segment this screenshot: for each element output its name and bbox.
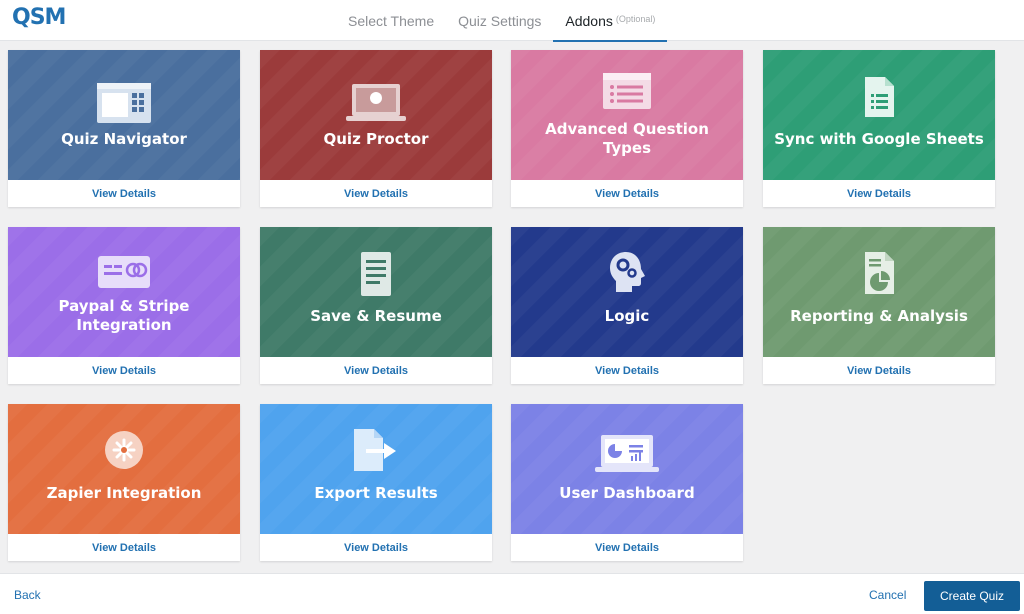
addon-card-reporting-analysis[interactable]: Reporting & Analysis View Details [763,227,995,384]
export-file-icon [354,429,396,471]
view-details-link[interactable]: View Details [8,180,240,207]
tab-select-theme[interactable]: Select Theme [336,0,446,41]
view-details-link[interactable]: View Details [260,180,492,207]
addon-card-user-dashboard[interactable]: User Dashboard View Details [511,404,743,561]
addon-banner: Save & Resume [260,227,492,357]
wizard-tabs: Select Theme Quiz Settings Addons (Option… [336,0,668,42]
payment-card-icon [98,256,150,288]
addon-banner: Zapier Integration [8,404,240,534]
top-bar: QSM Select Theme Quiz Settings Addons (Op… [0,0,1024,42]
view-details-link[interactable]: View Details [8,534,240,561]
zapier-icon [105,431,143,469]
addon-card-advanced-question-types[interactable]: Advanced Question Types View Details [511,50,743,207]
document-icon [361,252,391,296]
footer-bar: Back Cancel Create Quiz [0,573,1024,614]
tab-addons[interactable]: Addons (Optional) [553,0,668,42]
view-details-link[interactable]: View Details [511,534,743,561]
addon-title: Export Results [314,484,438,502]
addon-title: Quiz Navigator [61,130,187,148]
addon-banner: Quiz Navigator [8,50,240,180]
report-chart-icon [865,252,894,294]
addon-banner: Paypal & Stripe Integration [8,227,240,357]
addon-banner: Export Results [260,404,492,534]
addon-banner: User Dashboard [511,404,743,534]
qsm-logo[interactable]: QSM [12,4,66,30]
addon-title: Sync with Google Sheets [774,130,984,148]
addon-title: Reporting & Analysis [790,307,968,325]
addon-title: Zapier Integration [46,484,202,502]
create-quiz-button[interactable]: Create Quiz [924,581,1020,611]
optional-note: (Optional) [615,13,656,24]
addon-banner: Sync with Google Sheets [763,50,995,180]
addon-title: Advanced Question Types [545,120,709,157]
back-link[interactable]: Back [14,588,41,602]
addon-card-save-resume[interactable]: Save & Resume View Details [260,227,492,384]
addon-card-logic[interactable]: Logic View Details [511,227,743,384]
question-list-icon [603,73,651,109]
view-details-link[interactable]: View Details [8,357,240,384]
addon-title: Quiz Proctor [323,130,429,148]
tab-quiz-settings[interactable]: Quiz Settings [446,0,553,41]
addon-title: User Dashboard [559,484,695,502]
addon-card-quiz-proctor[interactable]: Quiz Proctor View Details [260,50,492,207]
addon-banner: Reporting & Analysis [763,227,995,357]
google-sheets-icon [865,77,894,117]
addon-card-google-sheets[interactable]: Sync with Google Sheets View Details [763,50,995,207]
cancel-link[interactable]: Cancel [869,588,906,602]
addon-banner: Logic [511,227,743,357]
quiz-navigator-icon [97,83,151,123]
view-details-link[interactable]: View Details [260,534,492,561]
addon-banner: Advanced Question Types [511,50,743,180]
dashboard-monitor-icon [595,435,659,472]
addon-title: Logic [604,307,650,325]
proctor-laptop-icon [346,84,406,121]
brain-gear-icon [610,252,645,292]
addon-title: Paypal & Stripe Integration [58,297,190,334]
addon-card-quiz-navigator[interactable]: Quiz Navigator View Details [8,50,240,207]
view-details-link[interactable]: View Details [260,357,492,384]
view-details-link[interactable]: View Details [763,180,995,207]
addon-card-export-results[interactable]: Export Results View Details [260,404,492,561]
view-details-link[interactable]: View Details [763,357,995,384]
addon-banner: Quiz Proctor [260,50,492,180]
addon-title: Save & Resume [310,307,442,325]
addon-card-paypal-stripe[interactable]: Paypal & Stripe Integration View Details [8,227,240,384]
view-details-link[interactable]: View Details [511,180,743,207]
view-details-link[interactable]: View Details [511,357,743,384]
addon-card-zapier[interactable]: Zapier Integration View Details [8,404,240,561]
